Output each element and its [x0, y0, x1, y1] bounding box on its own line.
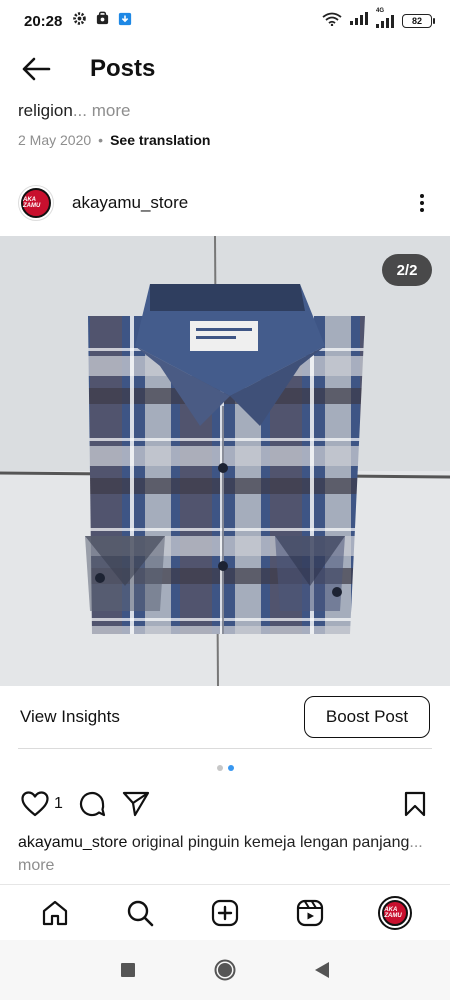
comment-button[interactable]	[77, 789, 107, 819]
more-dot-icon	[420, 208, 424, 212]
save-button[interactable]	[400, 789, 430, 819]
caption-text: original pinguin kemeja lengan panjang	[127, 834, 410, 851]
wifi-icon	[322, 12, 342, 31]
search-icon	[127, 900, 154, 926]
heart-icon	[21, 791, 49, 817]
like-button[interactable]	[20, 789, 50, 819]
signal-4g-icon: 4G	[376, 8, 394, 28]
home-icon	[42, 900, 67, 925]
see-translation-link[interactable]: See translation	[110, 132, 210, 148]
download-notification-icon	[118, 12, 132, 31]
circle-icon	[214, 959, 236, 981]
plaid-shirt-photo	[0, 236, 450, 686]
status-right: 4G 82	[322, 8, 435, 31]
profile-avatar: AKA ZAMU	[378, 895, 413, 930]
previous-caption-more-link[interactable]: ... more	[73, 101, 131, 120]
store-logo-text: AKA ZAMU	[384, 906, 402, 919]
store-logo: AKA ZAMU	[21, 188, 51, 218]
post-image[interactable]	[0, 236, 450, 686]
system-navigation-bar	[0, 940, 450, 1000]
more-dot-icon	[420, 194, 424, 198]
bookmark-icon	[404, 791, 426, 817]
post-date: 2 May 2020	[18, 132, 92, 148]
comment-icon	[79, 791, 106, 817]
battery-level: 82	[411, 16, 422, 26]
previous-post-caption: religion... more	[18, 101, 130, 121]
send-icon	[122, 791, 150, 817]
nav-profile-button[interactable]: AKA ZAMU	[375, 893, 415, 933]
app-header: Posts	[0, 44, 450, 94]
share-button[interactable]	[121, 789, 151, 819]
bag-notification-icon	[95, 11, 110, 31]
triangle-back-icon	[314, 962, 329, 978]
image-page-indicator: 2/2	[382, 254, 432, 286]
more-options-button[interactable]	[412, 188, 432, 218]
caption-username[interactable]: akayamu_store	[18, 834, 127, 851]
post-header: AKA ZAMU akayamu_store	[0, 180, 450, 226]
back-system-button[interactable]	[307, 955, 337, 985]
post-caption: akayamu_store original pinguin kemeja le…	[18, 831, 432, 877]
meta-separator: •	[98, 132, 104, 148]
like-count[interactable]: 1	[54, 795, 63, 813]
store-logo-text: AKA ZAMU	[23, 197, 41, 209]
network-label: 4G	[376, 7, 385, 14]
recent-apps-button[interactable]	[113, 955, 143, 985]
carousel-dot-active	[227, 765, 234, 771]
boost-post-button[interactable]: Boost Post	[304, 696, 430, 738]
status-time: 20:28	[24, 12, 63, 30]
status-bar: 20:28 4G 82	[0, 0, 450, 42]
nav-home-button[interactable]	[35, 893, 75, 933]
page-title: Posts	[90, 55, 156, 82]
avatar[interactable]: AKA ZAMU	[18, 185, 54, 221]
carousel-dot	[216, 765, 223, 771]
arrow-left-icon	[22, 57, 51, 81]
divider	[18, 748, 432, 749]
home-system-button[interactable]	[210, 955, 240, 985]
reels-icon	[297, 899, 324, 926]
nav-search-button[interactable]	[120, 893, 160, 933]
store-logo: AKA ZAMU	[382, 899, 409, 926]
insights-row: View Insights Boost Post	[0, 694, 450, 740]
post-actions: 1	[0, 786, 450, 822]
nav-create-button[interactable]	[205, 893, 245, 933]
view-insights-link[interactable]: View Insights	[20, 707, 120, 727]
status-left-icons	[72, 11, 132, 31]
carousel-indicator	[0, 765, 450, 771]
back-button[interactable]	[18, 51, 54, 87]
nav-reels-button[interactable]	[290, 893, 330, 933]
bottom-navigation: AKA ZAMU	[0, 884, 450, 940]
more-dot-icon	[420, 201, 424, 205]
post-username[interactable]: akayamu_store	[72, 193, 188, 213]
battery-icon: 82	[402, 14, 435, 28]
previous-post-meta: 2 May 2020 • See translation	[18, 132, 210, 148]
signal-icon	[350, 12, 368, 30]
add-post-icon	[211, 899, 239, 926]
settings-gear-icon	[72, 11, 87, 31]
previous-caption-text: religion	[18, 101, 73, 120]
square-icon	[121, 963, 136, 977]
